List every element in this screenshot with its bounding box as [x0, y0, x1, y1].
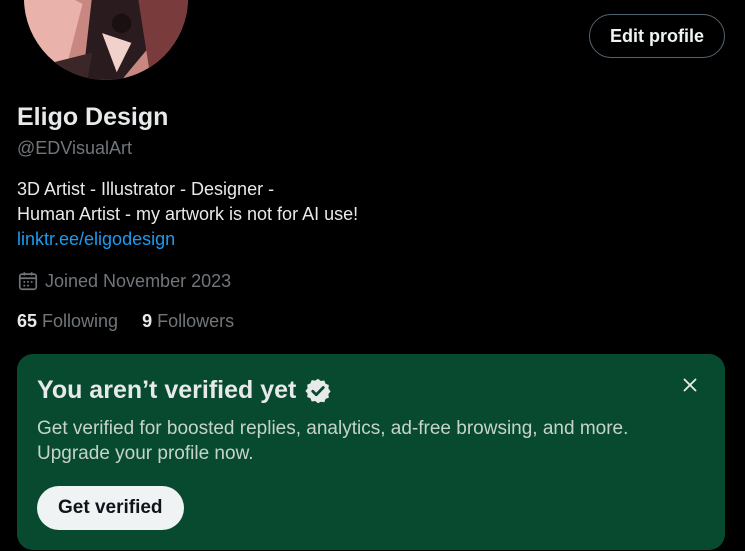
verification-title: You aren’t verified yet: [37, 376, 332, 405]
display-name: Eligo Design: [17, 103, 169, 131]
verified-badge-icon: [305, 378, 331, 403]
following-count: 65: [17, 311, 38, 331]
following-link[interactable]: 65 Following: [17, 311, 118, 332]
verification-description: Get verified for boosted replies, analyt…: [37, 418, 629, 464]
bio-link[interactable]: linktr.ee/eligodesign: [17, 227, 358, 252]
followers-link[interactable]: 9 Followers: [142, 311, 234, 332]
get-verified-button[interactable]: Get verified: [37, 486, 184, 530]
bio-line: Human Artist - my artwork is not for AI …: [17, 204, 359, 224]
joined-date: Joined November 2023: [17, 270, 231, 292]
followers-count: 9: [142, 311, 153, 331]
following-label: Following: [42, 311, 119, 331]
calendar-icon: [18, 272, 38, 291]
verification-prompt-card: You aren’t verified yet Get verified for…: [17, 354, 725, 550]
profile-stats: 65 Following 9 Followers: [17, 311, 258, 332]
followers-label: Followers: [157, 311, 235, 331]
verification-title-text: You aren’t verified yet: [37, 376, 297, 404]
bio-line: 3D Artist - Illustrator - Designer -: [17, 179, 275, 199]
avatar-image: [24, 0, 188, 80]
edit-profile-button[interactable]: Edit profile: [589, 14, 725, 58]
bio: 3D Artist - Illustrator - Designer - Hum…: [17, 177, 358, 252]
avatar[interactable]: [22, 0, 190, 82]
user-handle: @EDVisualArt: [17, 138, 132, 158]
joined-text: Joined November 2023: [45, 270, 232, 291]
close-icon[interactable]: [679, 374, 701, 396]
